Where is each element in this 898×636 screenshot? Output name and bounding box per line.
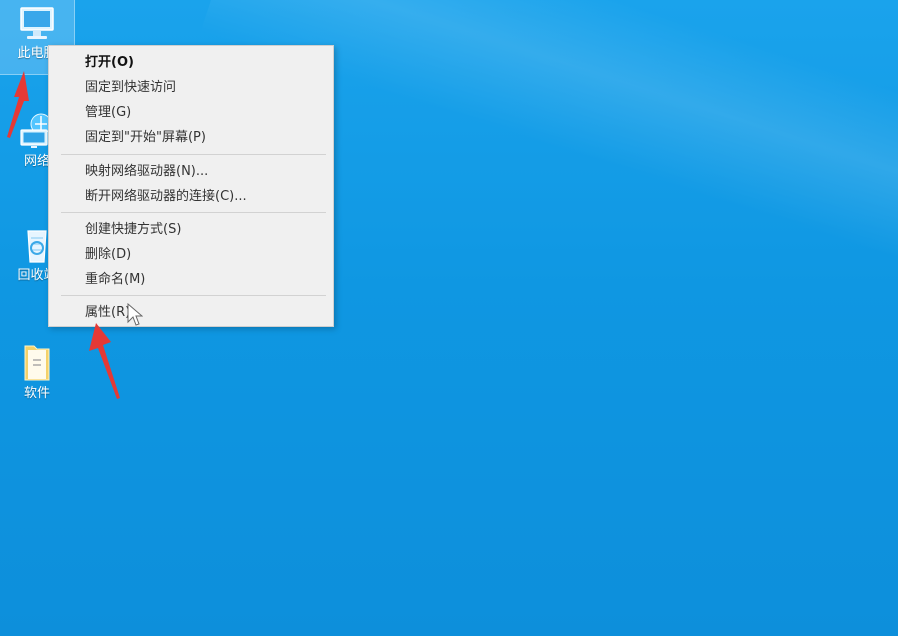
menu-item-pin-quick-access[interactable]: 固定到快速访问	[85, 76, 176, 100]
desktop-icon-software-folder[interactable]: 软件	[0, 338, 74, 414]
menu-item-create-shortcut[interactable]: 创建快捷方式(S)	[85, 218, 181, 242]
menu-item-pin-start[interactable]: 固定到"开始"屏幕(P)	[85, 126, 206, 150]
menu-item-delete[interactable]: 删除(D)	[85, 243, 131, 267]
menu-item-open[interactable]: 打开(O)	[85, 51, 134, 75]
context-menu: 打开(O) 固定到快速访问 管理(G) 固定到"开始"屏幕(P) 映射网络驱动器…	[48, 45, 334, 327]
menu-separator	[61, 212, 326, 213]
menu-separator	[61, 154, 326, 155]
menu-separator	[61, 295, 326, 296]
computer-icon	[13, 4, 61, 44]
menu-item-manage[interactable]: 管理(G)	[85, 101, 131, 125]
menu-item-properties[interactable]: 属性(R)	[85, 301, 130, 325]
menu-item-rename[interactable]: 重命名(M)	[85, 268, 145, 292]
menu-item-map-network-drive[interactable]: 映射网络驱动器(N)...	[85, 160, 208, 184]
folder-icon	[13, 338, 61, 384]
desktop-icon-label: 软件	[23, 386, 50, 401]
annotation-arrow-properties	[89, 323, 120, 399]
menu-item-disconnect-network-drive[interactable]: 断开网络驱动器的连接(C)...	[85, 185, 247, 209]
